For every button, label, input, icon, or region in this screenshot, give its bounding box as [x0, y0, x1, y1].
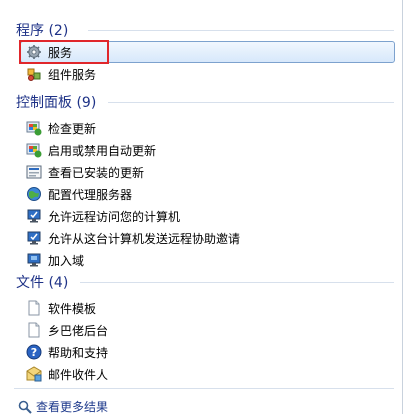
remote-computer-icon	[26, 208, 42, 224]
result-item-label: 查看已安装的更新	[48, 165, 145, 180]
document-icon	[26, 322, 42, 338]
group-header-control-panel: 控制面板 (9)	[16, 92, 96, 112]
document-icon	[26, 300, 42, 316]
result-item-configure-proxy[interactable]: 配置代理服务器	[20, 183, 395, 205]
mail-recipient-icon	[26, 366, 42, 382]
result-item-installed-updates[interactable]: 查看已安装的更新	[20, 161, 395, 183]
remote-computer-icon	[26, 230, 42, 246]
svg-text:?: ?	[31, 346, 37, 359]
proxy-globe-icon	[26, 186, 42, 202]
result-item-label: 帮助和支持	[48, 345, 109, 360]
result-item-label: 检查更新	[48, 121, 97, 136]
result-item-software-template[interactable]: 软件模板	[20, 297, 395, 319]
result-item-backend[interactable]: 乡巴佬后台	[20, 319, 395, 341]
domain-computer-icon	[26, 252, 42, 268]
group-header-files: 文件 (4)	[16, 272, 68, 292]
result-item-label: 邮件收件人	[48, 367, 109, 382]
result-item-label: 启用或禁用自动更新	[48, 143, 157, 158]
result-item-toggle-auto-updates[interactable]: 启用或禁用自动更新	[20, 139, 395, 161]
group-title: 控制面板 (9)	[16, 95, 97, 111]
search-icon	[18, 400, 32, 414]
see-more-results-link[interactable]: 查看更多结果	[18, 398, 108, 415]
result-item-mail-recipient[interactable]: 邮件收件人	[20, 363, 395, 385]
component-services-icon	[26, 66, 42, 82]
see-more-label: 查看更多结果	[36, 400, 109, 414]
result-item-help-support[interactable]: ? 帮助和支持	[20, 341, 395, 363]
installed-updates-icon	[26, 164, 42, 180]
result-item-check-updates[interactable]: 检查更新	[20, 117, 395, 139]
help-icon: ?	[26, 344, 42, 360]
annotation-highlight-box	[19, 40, 109, 64]
see-more-divider	[14, 388, 394, 389]
start-search-results-panel: 程序 (2) 服务 组件服务 控制面板 (9) 检查更新 启用或禁用自动更新 查…	[0, 0, 403, 414]
group-title: 文件 (4)	[16, 275, 69, 291]
group-divider	[88, 30, 394, 31]
group-title: 程序 (2)	[16, 23, 69, 39]
result-item-component-services[interactable]: 组件服务	[20, 63, 395, 85]
windows-update-icon	[26, 142, 42, 158]
result-item-join-domain[interactable]: 加入域	[20, 249, 395, 271]
result-item-allow-remote-access[interactable]: 允许远程访问您的计算机	[20, 205, 395, 227]
group-divider	[80, 282, 394, 283]
result-item-label: 允许远程访问您的计算机	[48, 209, 181, 224]
result-item-label: 组件服务	[48, 67, 97, 82]
result-item-label: 配置代理服务器	[48, 187, 133, 202]
result-item-label: 软件模板	[48, 301, 97, 316]
result-item-remote-assistance[interactable]: 允许从这台计算机发送远程协助邀请	[20, 227, 395, 249]
group-divider	[108, 102, 394, 103]
group-header-programs: 程序 (2)	[16, 20, 68, 40]
windows-update-icon	[26, 120, 42, 136]
result-item-label: 加入域	[48, 253, 85, 268]
result-item-label: 允许从这台计算机发送远程协助邀请	[48, 231, 241, 246]
result-item-label: 乡巴佬后台	[48, 323, 109, 338]
